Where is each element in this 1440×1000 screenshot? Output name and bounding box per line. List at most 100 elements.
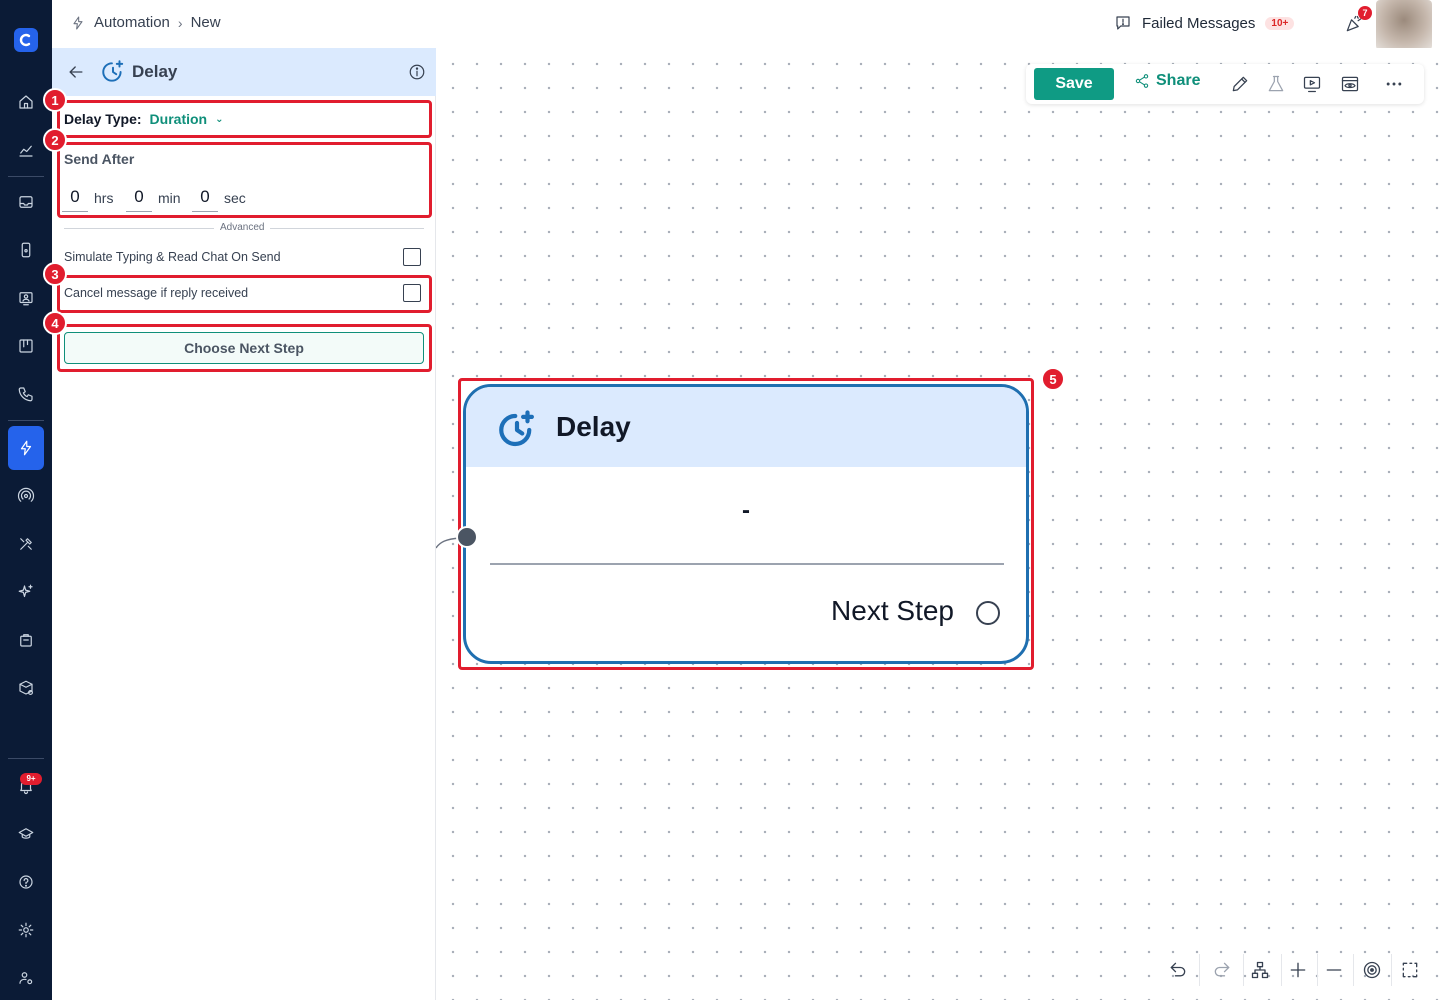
marker-3: 3 xyxy=(43,262,67,286)
failed-messages-link[interactable]: Failed Messages 10+ xyxy=(1114,14,1295,32)
user-settings-icon[interactable] xyxy=(12,964,40,992)
bag-icon[interactable] xyxy=(12,626,40,654)
avatar[interactable] xyxy=(1376,0,1432,50)
rail-divider xyxy=(8,420,44,421)
cancel-on-reply-row: Cancel message if reply received xyxy=(64,284,424,304)
marker-1: 1 xyxy=(43,88,67,112)
marker-5: 5 xyxy=(1041,367,1065,391)
edit-pencil-icon[interactable] xyxy=(1230,74,1250,94)
auto-layout-icon[interactable] xyxy=(1248,958,1272,982)
fit-view-target-icon[interactable] xyxy=(1360,958,1384,982)
seconds-value[interactable]: 0 xyxy=(192,187,218,212)
automation-icon[interactable] xyxy=(8,426,44,470)
mobile-icon[interactable] xyxy=(12,236,40,264)
control-divider xyxy=(1317,954,1318,986)
zoom-out-icon[interactable] xyxy=(1322,958,1346,982)
simulate-typing-label: Simulate Typing & Read Chat On Send xyxy=(64,250,281,264)
back-arrow-icon[interactable] xyxy=(66,62,86,82)
notification-badge: 9+ xyxy=(20,773,42,785)
message-alert-icon xyxy=(1116,16,1130,30)
announcements-button[interactable]: 7 xyxy=(1344,6,1372,34)
delay-node[interactable]: Delay - Next Step xyxy=(463,384,1029,664)
control-divider xyxy=(1353,954,1354,986)
learning-icon[interactable] xyxy=(12,820,40,848)
cancel-on-reply-label: Cancel message if reply received xyxy=(64,286,249,300)
choose-next-step-button[interactable]: Choose Next Step xyxy=(64,332,424,364)
contacts-icon[interactable] xyxy=(12,284,40,312)
package-settings-icon[interactable] xyxy=(12,674,40,702)
next-step-output-port[interactable] xyxy=(976,601,1000,625)
cancel-on-reply-checkbox[interactable] xyxy=(403,284,421,302)
board-icon[interactable] xyxy=(12,332,40,360)
delay-clock-icon xyxy=(496,409,538,451)
chevron-right-icon: › xyxy=(177,14,183,31)
failed-messages-count: 10+ xyxy=(1265,16,1295,30)
panel-title: Delay xyxy=(132,62,178,81)
share-button[interactable]: Share xyxy=(1134,72,1200,90)
ai-sparkle-icon[interactable] xyxy=(12,578,40,606)
marker-4: 4 xyxy=(43,311,67,335)
inbox-icon[interactable] xyxy=(12,188,40,216)
hours-input[interactable]: 0 hrs xyxy=(62,182,113,212)
marker-2: 2 xyxy=(43,128,67,152)
help-icon[interactable] xyxy=(12,868,40,896)
select-area-icon[interactable] xyxy=(1398,958,1422,982)
home-icon[interactable] xyxy=(12,88,40,116)
hours-unit: hrs xyxy=(94,190,114,206)
app-logo-icon[interactable] xyxy=(14,28,38,52)
analytics-icon[interactable] xyxy=(12,136,40,164)
automation-bolt-icon xyxy=(73,15,83,30)
delay-type-select[interactable]: Delay Type: Duration ⌄ xyxy=(64,111,224,127)
save-button[interactable]: Save xyxy=(1034,68,1114,100)
rail-divider xyxy=(8,176,44,177)
delay-clock-icon xyxy=(100,59,126,85)
announcements-badge: 7 xyxy=(1358,6,1372,20)
delay-type-label: Delay Type: xyxy=(64,111,142,127)
node-title: Delay xyxy=(556,411,631,442)
redo-icon[interactable] xyxy=(1210,958,1234,982)
minutes-input[interactable]: 0 min xyxy=(126,182,181,212)
control-divider xyxy=(1243,954,1244,986)
panel-header: Delay xyxy=(52,48,436,96)
control-divider xyxy=(1199,954,1200,986)
canvas-toolbar: Save Share xyxy=(1026,64,1424,104)
seconds-unit: sec xyxy=(224,190,246,206)
minutes-unit: min xyxy=(158,190,181,206)
test-flask-icon[interactable] xyxy=(1266,74,1286,94)
info-icon[interactable] xyxy=(408,63,426,81)
tools-icon[interactable] xyxy=(12,530,40,558)
undo-icon[interactable] xyxy=(1166,958,1190,982)
chevron-down-icon: ⌄ xyxy=(215,113,224,125)
send-after-label: Send After xyxy=(64,151,135,167)
more-options-icon[interactable] xyxy=(1384,74,1404,94)
delay-type-value[interactable]: Duration xyxy=(150,111,208,127)
breadcrumb-current: New xyxy=(190,14,221,31)
share-icon xyxy=(1135,74,1149,88)
seconds-input[interactable]: 0 sec xyxy=(192,182,246,212)
failed-messages-label: Failed Messages xyxy=(1142,14,1256,32)
phone-icon[interactable] xyxy=(12,380,40,408)
view-eye-icon[interactable] xyxy=(1340,74,1360,94)
breadcrumb-root[interactable]: Automation xyxy=(94,14,170,31)
node-divider xyxy=(490,563,1004,565)
top-bar: Automation › New Failed Messages 10+ 7 xyxy=(52,0,1440,50)
settings-gear-icon[interactable] xyxy=(12,916,40,944)
node-duration-value: - xyxy=(742,497,750,524)
breadcrumb: Automation › New xyxy=(70,14,221,31)
node-input-port[interactable] xyxy=(456,526,478,548)
left-rail: 9+ xyxy=(0,0,52,1000)
share-label: Share xyxy=(1156,72,1201,89)
hours-value[interactable]: 0 xyxy=(62,187,88,212)
advanced-label: Advanced xyxy=(214,222,271,233)
advanced-divider: Advanced xyxy=(64,222,424,234)
preview-play-icon[interactable] xyxy=(1302,74,1322,94)
control-divider xyxy=(1281,954,1282,986)
zoom-in-icon[interactable] xyxy=(1286,958,1310,982)
delay-config-panel: Delay 1 Delay Type: Duration ⌄ 2 Send Af… xyxy=(43,48,436,1000)
simulate-typing-checkbox[interactable] xyxy=(403,248,421,266)
node-header: Delay xyxy=(466,387,1026,467)
minutes-value[interactable]: 0 xyxy=(126,187,152,212)
broadcast-icon[interactable] xyxy=(12,482,40,510)
rail-divider xyxy=(8,758,44,759)
node-next-step-label: Next Step xyxy=(831,595,954,626)
